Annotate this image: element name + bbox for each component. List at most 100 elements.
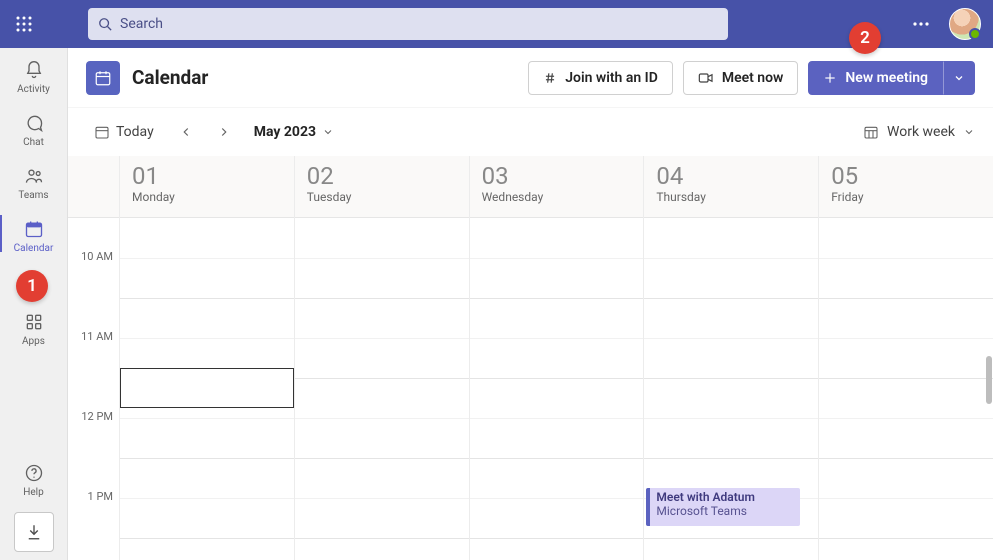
apps-icon — [22, 310, 46, 334]
view-picker[interactable]: Work week — [863, 124, 975, 140]
day-number: 04 — [656, 162, 806, 190]
calendar-event[interactable]: Meet with AdatumMicrosoft Teams — [646, 488, 800, 526]
time-slot[interactable] — [819, 538, 993, 560]
time-slot[interactable] — [470, 378, 644, 418]
day-name: Thursday — [656, 190, 806, 204]
day-header: 01Monday — [120, 156, 294, 218]
time-label: 11 AM — [81, 330, 113, 343]
next-week-button[interactable] — [210, 118, 238, 146]
day-name: Tuesday — [307, 190, 457, 204]
time-slot[interactable] — [120, 458, 294, 498]
video-icon — [698, 71, 714, 85]
time-slot[interactable] — [120, 218, 294, 258]
day-number: 02 — [307, 162, 457, 190]
chevron-down-icon — [963, 126, 975, 138]
rail-label: Apps — [22, 336, 45, 347]
time-slot[interactable] — [819, 498, 993, 538]
day-column[interactable]: 03Wednesday — [470, 156, 645, 560]
rail-label: Teams — [18, 190, 48, 201]
download-icon — [25, 523, 43, 541]
rail-label: Activity — [17, 84, 50, 95]
time-slot[interactable] — [295, 258, 469, 298]
rail-item-calendar[interactable]: Calendar — [0, 207, 68, 260]
calendar-grid: 10 AM 11 AM 12 PM 1 PM 01Monday02Tuesday… — [68, 156, 993, 560]
time-slot[interactable] — [819, 258, 993, 298]
time-slot[interactable] — [644, 298, 818, 338]
today-button[interactable]: Today — [86, 120, 162, 144]
callout-badge-2: 2 — [849, 22, 881, 54]
time-slot[interactable] — [819, 338, 993, 378]
time-slot[interactable] — [819, 418, 993, 458]
time-slot[interactable] — [295, 338, 469, 378]
chevron-down-icon — [322, 126, 334, 138]
time-slot[interactable] — [819, 298, 993, 338]
new-meeting-dropdown[interactable] — [943, 61, 975, 95]
rail-item-activity[interactable]: Activity — [0, 48, 68, 101]
time-slot[interactable] — [295, 538, 469, 560]
app-launcher-button[interactable] — [0, 0, 48, 48]
search-input[interactable]: Search — [88, 8, 728, 40]
time-slot[interactable] — [120, 418, 294, 458]
time-slot[interactable] — [470, 498, 644, 538]
day-column[interactable]: 05Friday — [819, 156, 993, 560]
time-slot[interactable] — [644, 418, 818, 458]
time-slot[interactable] — [819, 458, 993, 498]
page-title: Calendar — [132, 66, 208, 89]
day-column[interactable]: 02Tuesday — [295, 156, 470, 560]
rail-item-teams[interactable]: Teams — [0, 154, 68, 207]
time-slot[interactable] — [295, 418, 469, 458]
join-with-id-button[interactable]: Join with an ID — [528, 61, 673, 95]
time-slot[interactable] — [644, 338, 818, 378]
time-slot[interactable] — [819, 378, 993, 418]
time-slot[interactable] — [470, 458, 644, 498]
time-slot[interactable] — [644, 218, 818, 258]
help-icon — [22, 461, 46, 485]
time-slot[interactable] — [120, 258, 294, 298]
calendar-view-icon — [863, 124, 879, 140]
time-slot[interactable] — [120, 298, 294, 338]
day-column[interactable]: 01Monday — [120, 156, 295, 560]
time-slot[interactable] — [295, 378, 469, 418]
meet-now-button[interactable]: Meet now — [683, 61, 799, 95]
time-slot[interactable] — [644, 258, 818, 298]
rail-item-chat[interactable]: Chat — [0, 101, 68, 154]
download-button[interactable] — [14, 512, 54, 552]
time-slot[interactable] — [819, 218, 993, 258]
day-header: 02Tuesday — [295, 156, 469, 218]
settings-more-button[interactable] — [905, 8, 937, 40]
rail-label: Chat — [23, 137, 44, 148]
selected-slot[interactable] — [120, 368, 294, 408]
chat-icon — [22, 111, 46, 135]
scrollbar-thumb[interactable] — [986, 356, 992, 404]
day-number: 03 — [482, 162, 632, 190]
time-slot[interactable] — [470, 258, 644, 298]
profile-avatar[interactable] — [949, 8, 981, 40]
chevron-right-icon — [217, 125, 231, 139]
new-meeting-button[interactable]: New meeting — [808, 61, 943, 95]
plus-icon — [823, 71, 837, 85]
time-slot[interactable] — [470, 298, 644, 338]
time-slot[interactable] — [295, 298, 469, 338]
rail-item-apps[interactable]: Apps — [0, 300, 68, 353]
time-slot[interactable] — [644, 538, 818, 560]
time-slot[interactable] — [644, 378, 818, 418]
time-slot[interactable] — [295, 498, 469, 538]
top-bar: Search — [0, 0, 993, 48]
time-slot[interactable] — [120, 538, 294, 560]
time-slot[interactable] — [295, 218, 469, 258]
day-column[interactable]: 04Thursday Meet with AdatumMicrosoft Team… — [644, 156, 819, 560]
search-placeholder: Search — [120, 16, 163, 32]
chevron-down-icon — [953, 72, 965, 84]
prev-week-button[interactable] — [172, 118, 200, 146]
day-header: 04Thursday — [644, 156, 818, 218]
time-slot[interactable] — [470, 418, 644, 458]
event-title: Meet with Adatum — [656, 490, 794, 504]
time-slot[interactable] — [295, 458, 469, 498]
month-picker[interactable]: May 2023 — [254, 124, 334, 140]
rail-item-help[interactable]: Help — [0, 451, 68, 504]
time-slot[interactable] — [470, 338, 644, 378]
time-slot[interactable] — [470, 218, 644, 258]
waffle-icon — [16, 16, 32, 32]
time-slot[interactable] — [470, 538, 644, 560]
time-slot[interactable] — [120, 498, 294, 538]
